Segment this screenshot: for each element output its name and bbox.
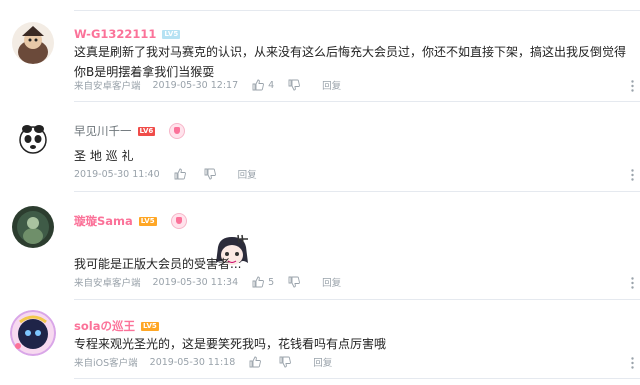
timestamp: 2019-05-30 11:18: [149, 356, 236, 368]
reply-button[interactable]: 回复: [238, 167, 257, 181]
thumbs-up-icon: [174, 168, 186, 180]
level-badge: LV5: [138, 216, 157, 226]
like-count: 4: [268, 79, 275, 91]
comment-meta: 2019-05-30 11:40 回复: [74, 167, 257, 182]
thumbs-down-icon: [288, 79, 301, 91]
like-button[interactable]: 4: [252, 79, 274, 91]
like-button[interactable]: 5: [252, 276, 274, 288]
client-source: 来自安卓客户端: [74, 278, 141, 289]
avatar[interactable]: [12, 117, 54, 159]
username[interactable]: 早见川千一: [74, 124, 132, 138]
client-source: 来自安卓客户端: [74, 81, 141, 92]
dislike-button[interactable]: [288, 79, 301, 91]
level-badge: LV6: [137, 126, 156, 136]
thumbs-up-icon: [252, 276, 265, 288]
timestamp: 2019-05-30 11:40: [74, 168, 160, 180]
comment-meta: 来自安卓客户端 2019-05-30 11:34 5 回复: [74, 275, 341, 290]
user-info: W-G1322111 LV5: [74, 27, 181, 41]
reply-button[interactable]: 回复: [322, 78, 341, 92]
username[interactable]: W-G1322111: [74, 27, 156, 41]
top-divider: [74, 10, 640, 11]
client-source: 来自iOS客户端: [74, 358, 138, 369]
comment-text: 这真是刷新了我对马赛克的认识，从来没有这么后悔充大会员过，你还不如直接下架，搞这…: [74, 45, 627, 79]
like-button[interactable]: [174, 168, 190, 180]
thumbs-down-icon: [288, 276, 301, 288]
like-button[interactable]: [249, 356, 265, 368]
more-vertical-icon[interactable]: [631, 80, 634, 92]
thumbs-down-icon: [279, 356, 292, 368]
fan-medal-icon: [170, 213, 187, 229]
reply-button[interactable]: 回复: [322, 275, 341, 289]
user-info: 早见川千一 LV6: [74, 123, 186, 139]
more-vertical-icon[interactable]: [631, 277, 634, 289]
user-info: 璇璇Sama LV5: [74, 213, 187, 229]
like-count: 5: [268, 276, 275, 288]
dislike-button[interactable]: [288, 276, 301, 288]
comment-meta: 来自iOS客户端 2019-05-30 11:18 回复: [74, 355, 332, 370]
comment-divider: [74, 191, 640, 192]
more-vertical-icon[interactable]: [631, 169, 634, 181]
timestamp: 2019-05-30 11:34: [152, 276, 239, 288]
user-info: solaの巡王 LV5: [74, 319, 159, 333]
comment-divider: [74, 378, 640, 379]
level-badge: LV5: [162, 29, 181, 39]
reply-button[interactable]: 回复: [313, 355, 332, 369]
dislike-button[interactable]: [204, 168, 216, 180]
comment-divider: [74, 101, 640, 102]
more-vertical-icon[interactable]: [631, 357, 634, 369]
avatar[interactable]: [10, 310, 56, 356]
comment-divider: [74, 299, 640, 300]
timestamp: 2019-05-30 12:17: [152, 79, 239, 91]
avatar[interactable]: [12, 206, 54, 248]
level-badge: LV5: [140, 321, 159, 331]
comment-meta: 来自安卓客户端 2019-05-30 12:17 4 回复: [74, 78, 341, 93]
fan-medal-icon: [169, 123, 186, 139]
thumbs-down-icon: [204, 168, 216, 180]
dislike-button[interactable]: [279, 356, 292, 368]
comment-text: 专程来观光圣光的，这是要笑死我吗，花钱看吗有点厉害哦: [74, 337, 387, 351]
username[interactable]: solaの巡王: [74, 319, 135, 333]
thumbs-up-icon: [252, 79, 265, 91]
avatar[interactable]: [12, 22, 54, 64]
thumbs-up-icon: [249, 356, 262, 368]
comment-text: 我可能是正版大会员的受害者...: [74, 257, 242, 271]
username[interactable]: 璇璇Sama: [74, 214, 133, 228]
comment-text: 圣 地 巡 礼: [74, 149, 134, 163]
